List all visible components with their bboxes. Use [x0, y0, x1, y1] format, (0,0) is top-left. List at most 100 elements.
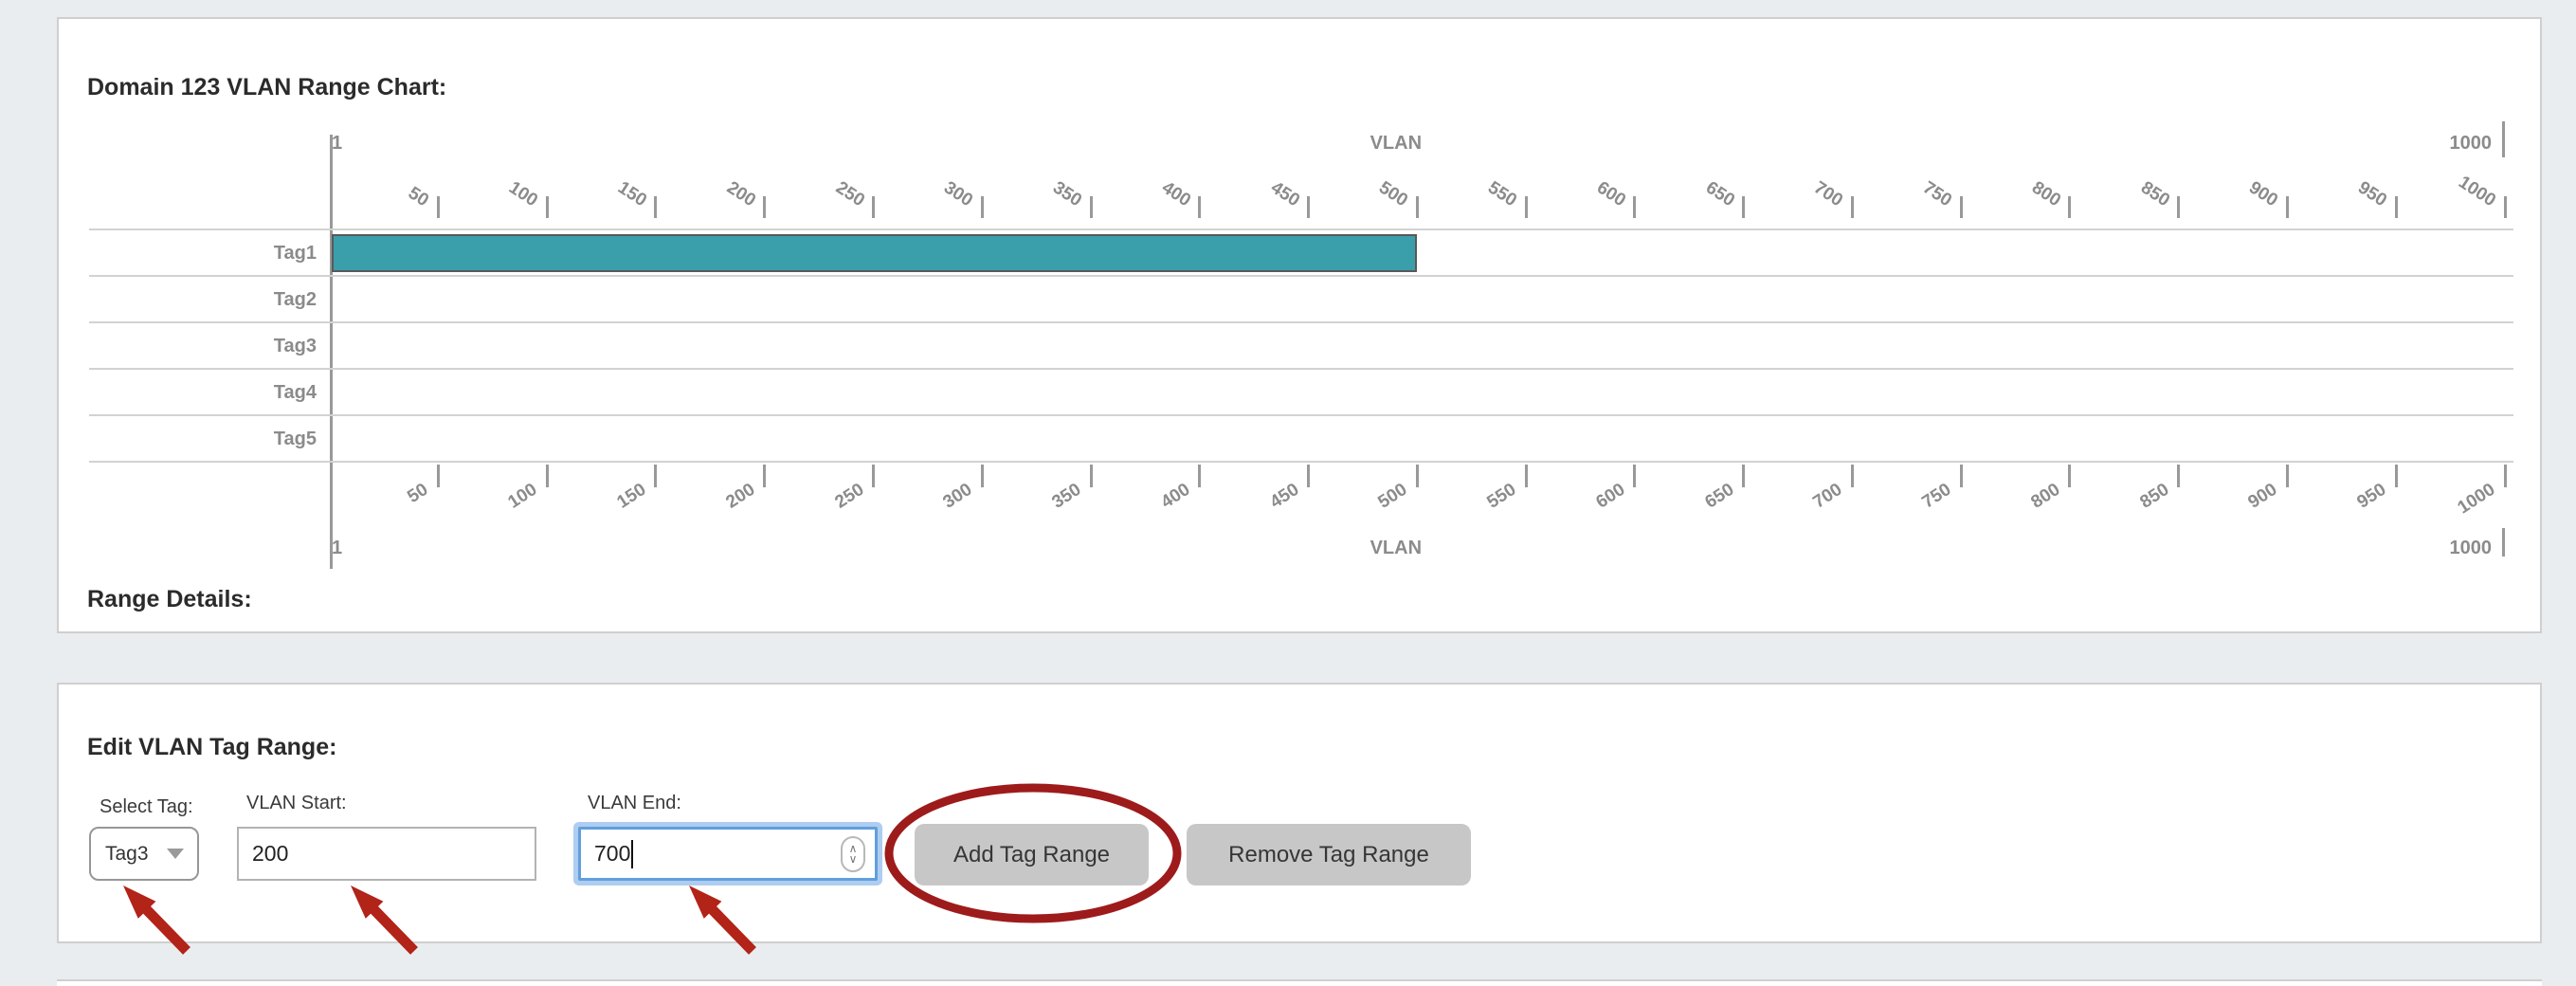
x-tick-label-top: 1000: [2437, 161, 2499, 211]
vlan-start-label: VLAN Start:: [246, 793, 347, 813]
x-tick-label-top: 650: [1676, 161, 1738, 211]
x-tick-label-top: 50: [371, 161, 433, 211]
x-tick-bottom: [763, 465, 766, 487]
x-tick-label-top: 800: [2002, 161, 2064, 211]
x-tick-top: [2286, 196, 2289, 218]
x-tick-top: [1960, 196, 1963, 218]
x-tick-bottom: [1090, 465, 1093, 487]
vlan-start-value: 200: [252, 841, 288, 867]
x-tick-label-bottom: 200: [697, 480, 759, 530]
tag-row-label: Tag3: [59, 335, 317, 357]
x-tick-top: [1851, 196, 1854, 218]
vlan-range-chart: 1VLAN10001VLAN10005050100100150150200200…: [59, 19, 2540, 631]
x-tick-top: [2395, 196, 2398, 218]
x-tick-label-top: 750: [1894, 161, 1956, 211]
add-tag-range-button[interactable]: Add Tag Range: [915, 824, 1149, 886]
grid-line: [89, 228, 2513, 230]
x-tick-label-top: 500: [1350, 161, 1412, 211]
x-tick-label-top: 950: [2329, 161, 2391, 211]
x-tick-top: [872, 196, 875, 218]
vlan-end-label: VLAN End:: [588, 793, 681, 813]
x-tick-top: [2504, 196, 2507, 218]
axis-min-label-top: 1: [332, 133, 342, 157]
x-tick-bottom: [1198, 465, 1201, 487]
select-tag-label: Select Tag:: [100, 796, 193, 817]
x-tick-top: [2177, 196, 2180, 218]
x-tick-label-top: 400: [1132, 161, 1194, 211]
x-tick-top: [1633, 196, 1636, 218]
x-tick-bottom: [1633, 465, 1636, 487]
axis-title-top: VLAN: [1370, 133, 1422, 157]
x-tick-label-bottom: 850: [2111, 480, 2173, 530]
axis-min-label-bottom: 1: [332, 538, 342, 562]
text-cursor: [631, 840, 633, 868]
next-panel-edge: [57, 979, 2542, 986]
x-tick-label-bottom: 1000: [2437, 480, 2499, 530]
x-tick-bottom: [2504, 465, 2507, 487]
x-tick-label-top: 250: [806, 161, 868, 211]
x-tick-label-bottom: 800: [2002, 480, 2064, 530]
x-tick-top: [2068, 196, 2071, 218]
x-tick-label-bottom: 400: [1132, 480, 1194, 530]
x-tick-top: [546, 196, 549, 218]
x-tick-label-bottom: 950: [2329, 480, 2391, 530]
edit-panel-title: Edit VLAN Tag Range:: [87, 734, 336, 761]
x-tick-label-bottom: 150: [588, 480, 650, 530]
x-tick-bottom: [654, 465, 657, 487]
number-stepper[interactable]: ∧ ∨: [841, 836, 865, 872]
edit-vlan-tag-range-panel: Edit VLAN Tag Range: Select Tag: VLAN St…: [57, 683, 2542, 943]
x-tick-label-bottom: 450: [1241, 480, 1303, 530]
tag-row-label: Tag5: [59, 428, 317, 450]
x-tick-label-bottom: 750: [1894, 480, 1956, 530]
x-tick-label-top: 700: [1785, 161, 1847, 211]
x-tick-bottom: [872, 465, 875, 487]
grid-line: [89, 275, 2513, 277]
x-tick-bottom: [1851, 465, 1854, 487]
x-tick-top: [981, 196, 984, 218]
x-tick-label-bottom: 250: [806, 480, 868, 530]
x-tick-bottom: [981, 465, 984, 487]
axis-title-bottom: VLAN: [1370, 538, 1422, 562]
x-tick-top: [1525, 196, 1528, 218]
grid-line: [89, 321, 2513, 323]
x-tick-bottom: [1742, 465, 1745, 487]
x-tick-label-bottom: 650: [1676, 480, 1738, 530]
vlan-start-input[interactable]: 200: [237, 827, 536, 881]
x-tick-label-top: 300: [915, 161, 977, 211]
x-tick-label-top: 850: [2111, 161, 2173, 211]
axis-caption-row-bottom: 1VLAN1000: [332, 538, 2505, 562]
x-tick-top: [1090, 196, 1093, 218]
grid-line: [89, 461, 2513, 463]
x-tick-label-top: 550: [1458, 161, 1520, 211]
x-tick-label-bottom: 100: [480, 480, 542, 530]
x-tick-label-top: 350: [1023, 161, 1085, 211]
x-tick-label-bottom: 550: [1458, 480, 1520, 530]
range-details-title: Range Details:: [87, 586, 252, 613]
vlan-axis-line: [330, 135, 333, 569]
chevron-down-icon: [167, 849, 184, 859]
remove-tag-range-button[interactable]: Remove Tag Range: [1187, 824, 1471, 886]
x-tick-top: [437, 196, 440, 218]
vlan-chart-panel: Domain 123 VLAN Range Chart: 1VLAN10001V…: [57, 17, 2542, 633]
x-tick-bottom: [2068, 465, 2071, 487]
x-tick-label-top: 100: [480, 161, 542, 211]
axis-caption-row-top: 1VLAN1000: [332, 133, 2505, 157]
x-tick-label-top: 900: [2220, 161, 2282, 211]
x-tick-label-top: 600: [1567, 161, 1629, 211]
grid-line: [89, 368, 2513, 370]
x-tick-top: [1307, 196, 1310, 218]
x-tick-label-bottom: 600: [1567, 480, 1629, 530]
tag-row-label: Tag2: [59, 288, 317, 311]
x-tick-bottom: [2286, 465, 2289, 487]
x-tick-top: [654, 196, 657, 218]
vlan-end-input[interactable]: 700 ∧ ∨: [578, 827, 878, 881]
x-tick-label-bottom: 500: [1350, 480, 1412, 530]
select-tag-dropdown[interactable]: Tag3: [89, 827, 199, 881]
x-tick-label-bottom: 700: [1785, 480, 1847, 530]
tag-row-label: Tag4: [59, 381, 317, 404]
select-tag-value: Tag3: [105, 843, 149, 866]
x-tick-bottom: [546, 465, 549, 487]
x-tick-bottom: [1307, 465, 1310, 487]
x-tick-top: [1742, 196, 1745, 218]
stepper-down-icon[interactable]: ∨: [849, 854, 858, 865]
